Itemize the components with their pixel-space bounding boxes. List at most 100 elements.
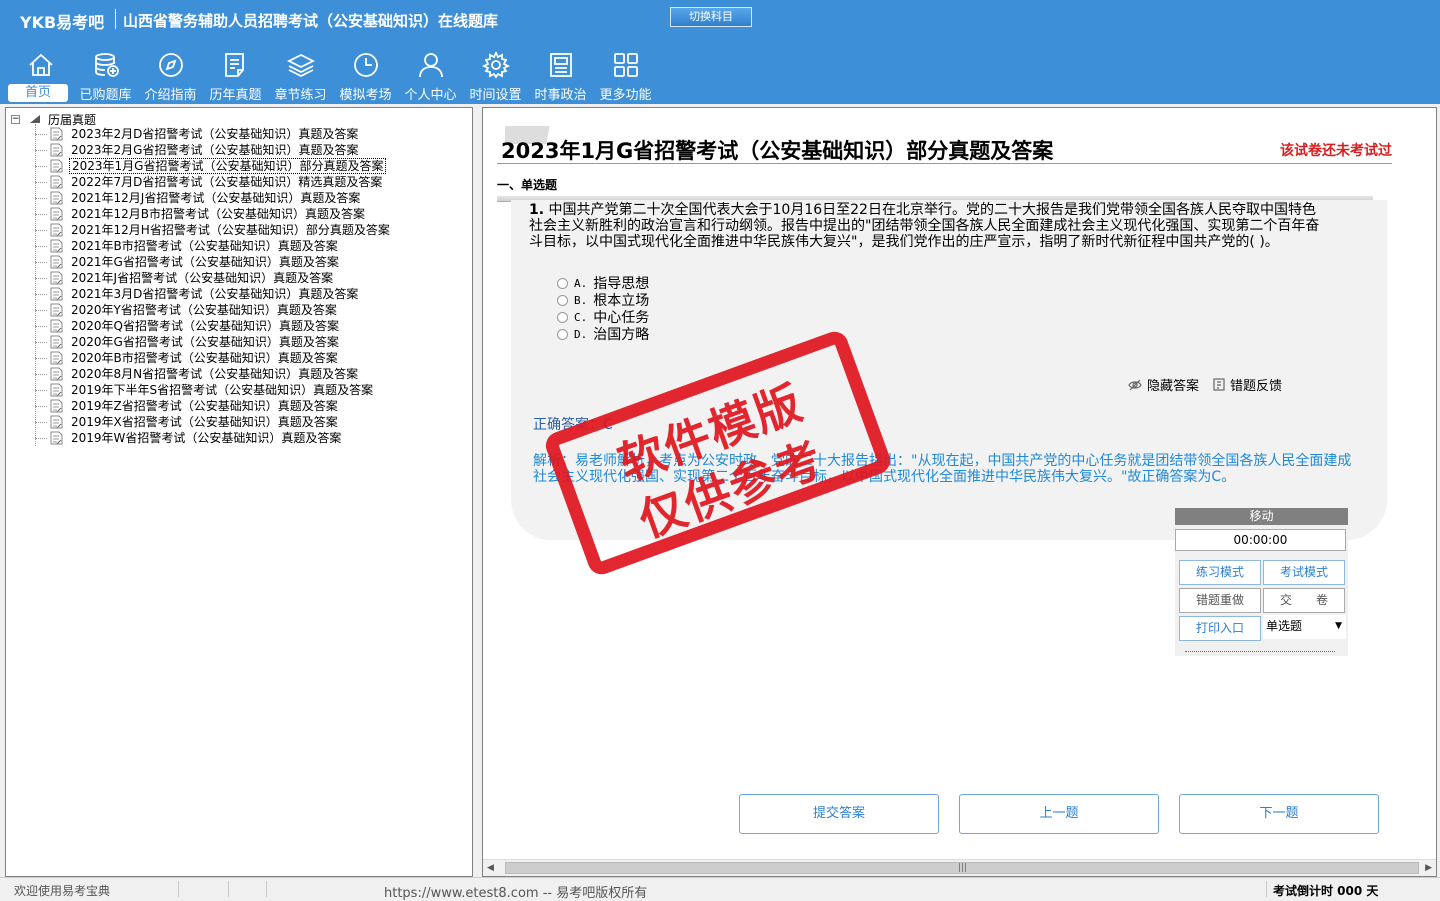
tree-connector: [35, 149, 47, 151]
document-icon: [50, 143, 63, 157]
radio-b[interactable]: [557, 294, 568, 306]
document-icon: [50, 239, 63, 253]
tree-item[interactable]: 2020年Q省招警考试（公安基础知识）真题及答案: [35, 318, 341, 334]
app-logo: YKB易考吧: [20, 13, 105, 32]
nav-home[interactable]: 首页: [8, 46, 73, 104]
nav-time-settings[interactable]: 时间设置: [463, 46, 528, 104]
tree-connector: [35, 133, 47, 135]
prev-question-button[interactable]: 上一题: [959, 794, 1159, 834]
news-icon: [549, 53, 572, 77]
tree-item-label: 2023年2月G省招警考试（公安基础知识）真题及答案: [71, 143, 359, 157]
submit-paper-button[interactable]: 交 卷: [1263, 588, 1345, 613]
option-text-d: 治国方略: [593, 327, 650, 343]
document-icon: [50, 223, 63, 237]
horizontal-scrollbar[interactable]: ◀ ||| ▶: [483, 859, 1436, 876]
practice-mode-button[interactable]: 练习模式: [1179, 560, 1261, 585]
paper-title: 2023年1月G省招警考试（公安基础知识）部分真题及答案: [501, 139, 1054, 163]
nav-more[interactable]: 更多功能: [593, 46, 658, 104]
next-question-button[interactable]: 下一题: [1179, 794, 1379, 834]
document-icon: [50, 287, 63, 301]
layers-icon: [286, 53, 315, 78]
radio-a[interactable]: [557, 277, 568, 289]
nav-mock-exam[interactable]: 模拟考场: [333, 46, 398, 104]
status-countdown: 考试倒计时 000 天: [1273, 884, 1379, 898]
nav-chapters[interactable]: 章节练习: [268, 46, 333, 104]
option-d[interactable]: D. 治国方略: [557, 326, 650, 343]
tree-connector: [35, 197, 47, 199]
submit-answer-button[interactable]: 提交答案: [739, 794, 939, 834]
document-icon: [50, 191, 63, 205]
radio-d[interactable]: [557, 328, 568, 340]
nav-label-home: 首页: [8, 84, 68, 102]
radio-c[interactable]: [557, 311, 568, 323]
tree-item[interactable]: 2021年B市招警考试（公安基础知识）真题及答案: [35, 238, 340, 254]
tree-item[interactable]: 2021年12月H省招警考试（公安基础知识）部分真题及答案: [35, 222, 392, 238]
tree-item[interactable]: 2021年12月J省招警考试（公安基础知识）真题及答案: [35, 190, 362, 206]
exam-status: 该试卷还未考试过: [1280, 143, 1392, 159]
document-icon: [50, 159, 63, 173]
question-type-select[interactable]: 单选题 ▼: [1263, 615, 1346, 639]
option-key-b: B.: [574, 293, 588, 307]
exam-mode-button[interactable]: 考试模式: [1263, 560, 1345, 585]
option-b[interactable]: B. 根本立场: [557, 292, 649, 309]
tree-item-label: 2020年Y省招警考试（公安基础知识）真题及答案: [71, 303, 337, 317]
scroll-grip-icon: |||: [958, 863, 968, 873]
nav-purchased[interactable]: 已购题库: [73, 46, 138, 104]
tree-item-label: 2019年Z省招警考试（公安基础知识）真题及答案: [71, 399, 338, 413]
tree-item-label: 2019年X省招警考试（公安基础知识）真题及答案: [71, 415, 338, 429]
nav-guide[interactable]: 介绍指南: [138, 46, 203, 104]
tree-item[interactable]: 2023年2月G省招警考试（公安基础知识）真题及答案: [35, 142, 360, 158]
tree-item[interactable]: 2021年3月D省招警考试（公安基础知识）真题及答案: [35, 286, 360, 302]
answer-analysis: 解析：易老师解析，考点为公安时政。党的二十大报告指出："从现在起，中国共产党的中…: [533, 453, 1352, 485]
nav-current-affairs[interactable]: 时事政治: [528, 46, 593, 104]
status-separator: [228, 881, 229, 897]
tree-item[interactable]: 2023年2月D省招警考试（公安基础知识）真题及答案: [35, 126, 360, 142]
scroll-thumb[interactable]: |||: [505, 862, 1419, 874]
hide-answer-button[interactable]: 隐藏答案: [1128, 375, 1199, 394]
nav-personal[interactable]: 个人中心: [398, 46, 463, 104]
tree-arrow-icon: [30, 115, 40, 123]
tree-item[interactable]: 2019年W省招警考试（公安基础知识）真题及答案: [35, 430, 343, 446]
question-tools: 隐藏答案 错题反馈: [1128, 375, 1296, 394]
tree-item[interactable]: 2021年12月B市招警考试（公安基础知识）真题及答案: [35, 206, 367, 222]
collapse-icon[interactable]: −: [11, 114, 20, 124]
option-key-a: A.: [574, 276, 588, 290]
tree-item[interactable]: 2019年Z省招警考试（公安基础知识）真题及答案: [35, 398, 340, 414]
gear-icon: [481, 50, 510, 79]
scroll-right-icon[interactable]: ▶: [1425, 863, 1432, 873]
nav-past-papers[interactable]: 历年真题: [203, 46, 268, 104]
home-icon: [28, 53, 53, 76]
tree-connector: [35, 357, 47, 359]
document-icon: [50, 415, 63, 429]
tree-item[interactable]: 2020年Y省招警考试（公安基础知识）真题及答案: [35, 302, 339, 318]
paper-tree[interactable]: − 历届真题 2023年2月D省招警考试（公安基础知识）真题及答案 2023年2月…: [5, 107, 473, 877]
question-number: 1.: [529, 202, 545, 218]
switch-subject-button[interactable]: 切换科目: [670, 7, 752, 27]
tree-item[interactable]: 2021年J省招警考试（公安基础知识）真题及答案: [35, 270, 335, 286]
clock-icon: [353, 53, 378, 77]
tree-root[interactable]: − 历届真题: [11, 112, 96, 127]
nav-label-current-affairs: 时事政治: [534, 88, 587, 103]
hide-answer-label: 隐藏答案: [1147, 379, 1200, 394]
tree-item[interactable]: 2020年G省招警考试（公安基础知识）真题及答案: [35, 334, 341, 350]
tree-item[interactable]: 2019年下半年S省招警考试（公安基础知识）真题及答案: [35, 382, 375, 398]
tree-item[interactable]: 2023年1月G省招警考试（公安基础知识）部分真题及答案: [35, 158, 387, 174]
option-c[interactable]: C. 中心任务: [557, 309, 649, 326]
tree-item[interactable]: 2020年B市招警考试（公安基础知识）真题及答案: [35, 350, 340, 366]
redo-wrong-button[interactable]: 错题重做: [1179, 588, 1261, 613]
nav-label-chapters: 章节练习: [274, 88, 327, 103]
print-entry-button[interactable]: 打印入口: [1179, 616, 1261, 641]
move-handle[interactable]: 移动: [1175, 508, 1348, 525]
grid-icon: [613, 53, 638, 77]
tree-item[interactable]: 2021年G省招警考试（公安基础知识）真题及答案: [35, 254, 341, 270]
dropdown-arrow-icon: ▼: [1335, 621, 1342, 631]
option-a[interactable]: A. 指导思想: [557, 275, 649, 292]
tree-item[interactable]: 2020年8月N省招警考试（公安基础知识）真题及答案: [35, 366, 360, 382]
tree-item[interactable]: 2022年7月D省招警考试（公安基础知识）精选真题及答案: [35, 174, 384, 190]
database-icon: [94, 53, 119, 77]
tree-connector: [35, 309, 47, 311]
report-error-button[interactable]: 错题反馈: [1213, 375, 1282, 394]
title-divider: [115, 9, 116, 29]
scroll-left-icon[interactable]: ◀: [487, 863, 494, 873]
tree-item[interactable]: 2019年X省招警考试（公安基础知识）真题及答案: [35, 414, 340, 430]
